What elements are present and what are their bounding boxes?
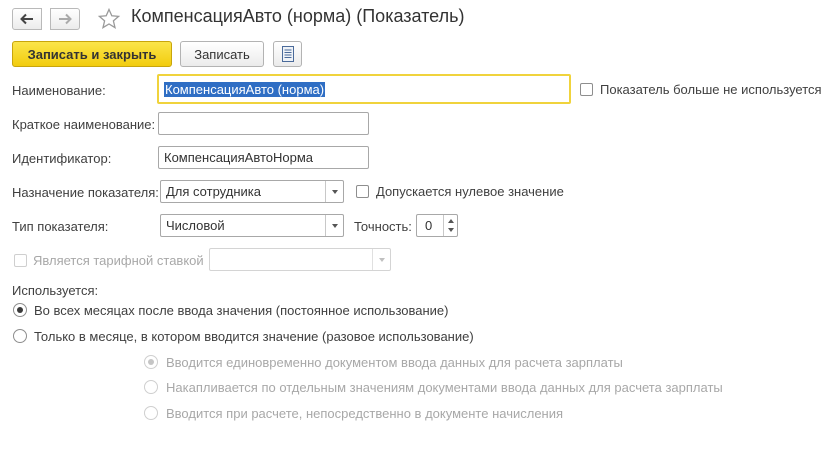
tariff-dropdown-button[interactable] <box>372 249 390 270</box>
sub-option-single-radio[interactable] <box>144 355 158 369</box>
forward-button[interactable] <box>50 8 80 30</box>
star-icon <box>97 7 121 29</box>
usage-permanent-radio[interactable] <box>13 303 27 317</box>
tariff-label: Является тарифной ставкой <box>33 253 204 268</box>
usage-permanent-label: Во всех месяцах после ввода значения (по… <box>34 303 449 318</box>
document-list-button[interactable] <box>273 41 302 67</box>
purpose-select[interactable]: Для сотрудника <box>160 180 344 203</box>
stepper-down-icon <box>448 228 454 232</box>
arrow-left-icon <box>20 13 33 25</box>
identifier-field[interactable]: КомпенсацияАвтоНорма <box>158 146 369 169</box>
short-name-label: Краткое наименование: <box>12 117 156 132</box>
tariff-checkbox[interactable] <box>14 254 27 267</box>
zero-allowed-checkbox[interactable] <box>356 185 369 198</box>
name-value: КомпенсацияАвто (норма) <box>164 81 326 97</box>
precision-stepper[interactable]: 0 <box>416 214 458 237</box>
chevron-down-icon <box>331 189 338 194</box>
sub-option-accumulate-label: Накапливается по отдельным значениям док… <box>166 380 723 395</box>
precision-stepper-arrows[interactable] <box>443 215 457 236</box>
document-list-icon <box>281 46 294 62</box>
usage-label: Используется: <box>12 283 99 298</box>
identifier-label: Идентификатор: <box>12 151 112 166</box>
save-button[interactable]: Записать <box>180 41 264 67</box>
purpose-label: Назначение показателя: <box>12 185 159 200</box>
type-label: Тип показателя: <box>12 219 109 234</box>
sub-option-accumulate-radio[interactable] <box>144 380 158 394</box>
not-used-checkbox[interactable] <box>580 83 593 96</box>
tariff-select[interactable] <box>209 248 391 271</box>
stepper-up-icon <box>448 219 454 223</box>
chevron-down-icon <box>331 223 338 228</box>
usage-onetime-radio[interactable] <box>13 329 27 343</box>
sub-option-calculation-label: Вводится при расчете, непосредственно в … <box>166 406 564 421</box>
back-button[interactable] <box>12 8 42 30</box>
sub-option-single-label: Вводится единовременно документом ввода … <box>166 355 623 370</box>
short-name-field[interactable] <box>158 112 369 135</box>
chevron-down-icon <box>378 257 385 262</box>
usage-onetime-label: Только в месяце, в котором вводится знач… <box>34 329 474 344</box>
name-label: Наименование: <box>12 83 106 98</box>
sub-option-calculation-radio[interactable] <box>144 406 158 420</box>
precision-label: Точность: <box>354 219 412 234</box>
type-select[interactable]: Числовой <box>160 214 344 237</box>
name-field[interactable]: КомпенсацияАвто (норма) <box>157 74 571 104</box>
type-value: Числовой <box>166 218 225 233</box>
save-and-close-button[interactable]: Записать и закрыть <box>12 41 172 67</box>
arrow-right-icon <box>59 13 72 25</box>
not-used-label: Показатель больше не используется <box>600 82 822 97</box>
zero-allowed-label: Допускается нулевое значение <box>376 184 564 199</box>
purpose-dropdown-button[interactable] <box>325 181 343 202</box>
page-title: КомпенсацияАвто (норма) (Показатель) <box>131 6 465 26</box>
favorite-button[interactable] <box>97 7 121 34</box>
type-dropdown-button[interactable] <box>325 215 343 236</box>
precision-value: 0 <box>425 218 433 233</box>
purpose-value: Для сотрудника <box>166 184 261 199</box>
